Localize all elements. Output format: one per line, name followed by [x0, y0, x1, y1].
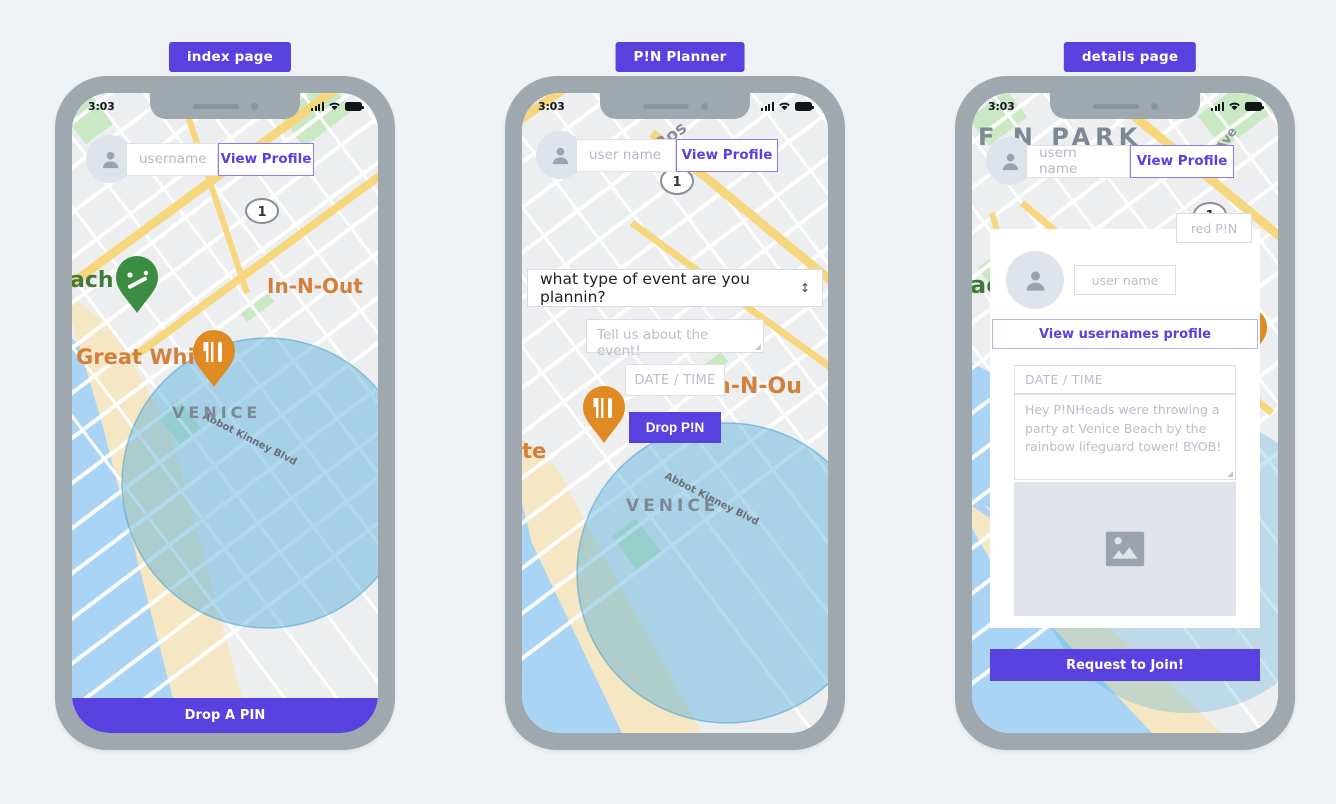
svg-text:VENICE: VENICE — [172, 403, 261, 422]
phone-frame: Ros In-N-Ou te Abbot Kinney Blvd VENICE … — [505, 76, 845, 750]
username-input[interactable]: username — [126, 142, 218, 176]
front-camera — [1150, 102, 1158, 110]
datetime-input[interactable]: DATE / TIME — [625, 364, 725, 396]
svg-text:In-N-Out: In-N-Out — [267, 274, 363, 298]
phone-pin-planner: P!N Planner Ros In-N-Ou te Abbot Kinney … — [485, 0, 875, 804]
phone-details-page: details page F N PARK Ave ac 3:03 usern … — [935, 0, 1325, 804]
view-usernames-profile-button[interactable]: View usernames profile — [992, 319, 1258, 349]
pin-type-badge[interactable]: red P!N — [1176, 213, 1252, 243]
view-profile-button[interactable]: View Profile — [218, 142, 314, 176]
screen-tag-details: details page — [1063, 42, 1197, 72]
profile-topbar: usern name View Profile — [972, 137, 1278, 185]
pin-details-card: red P!N user name View usernames profile… — [990, 213, 1260, 628]
card-avatar[interactable] — [1006, 251, 1064, 309]
person-avatar-icon — [1026, 271, 1044, 291]
person-avatar-icon — [552, 147, 568, 164]
speaker-grille — [192, 103, 239, 109]
phone-notch — [600, 93, 750, 119]
svg-text:1: 1 — [257, 205, 266, 220]
phone-screen: Ros In-N-Ou te Abbot Kinney Blvd VENICE … — [522, 93, 828, 733]
pin-planner-form: what type of event are you plannin? ↕ Te… — [522, 269, 828, 443]
phone-screen: F N PARK Ave ac 1 — [972, 93, 1278, 733]
card-image-placeholder[interactable] — [1014, 482, 1236, 616]
map-canvas[interactable]: ach In-N-Out Great White Abbot Kinney Bl… — [72, 93, 378, 733]
person-avatar-icon — [102, 151, 118, 168]
speaker-grille — [1092, 103, 1139, 109]
chevron-updown-icon: ↕ — [799, 281, 810, 295]
card-username-input[interactable]: user name — [1074, 265, 1176, 295]
request-to-join-button[interactable]: Request to Join! — [990, 649, 1260, 681]
front-camera — [700, 102, 708, 110]
event-type-select[interactable]: what type of event are you plannin? ↕ — [527, 269, 823, 307]
view-profile-button[interactable]: View Profile — [1130, 144, 1234, 178]
event-description-textarea[interactable]: Tell us about the event! — [586, 319, 764, 359]
profile-topbar: username View Profile — [72, 135, 378, 183]
front-camera — [250, 102, 258, 110]
card-datetime-input[interactable]: DATE / TIME — [1014, 365, 1236, 394]
svg-text:VENICE: VENICE — [626, 496, 719, 516]
phone-index-page: index page ach In-N-Out Great White Abbo… — [35, 0, 425, 804]
event-type-select-value: what type of event are you plannin? — [540, 270, 750, 306]
username-input[interactable]: usern name — [1026, 144, 1130, 178]
view-profile-button[interactable]: View Profile — [676, 138, 778, 172]
screens-stage: index page ach In-N-Out Great White Abbo… — [0, 0, 1336, 804]
username-input[interactable]: user name — [576, 138, 676, 172]
screen-tag-planner: P!N Planner — [615, 42, 745, 72]
profile-topbar: user name View Profile — [522, 131, 828, 179]
image-placeholder-icon — [1105, 531, 1145, 567]
phone-notch — [1050, 93, 1200, 119]
svg-text:ach: ach — [72, 268, 114, 293]
phone-screen: ach In-N-Out Great White Abbot Kinney Bl… — [72, 93, 378, 733]
phone-notch — [150, 93, 300, 119]
drop-pin-button[interactable]: Drop P!N — [628, 412, 722, 443]
speaker-grille — [642, 103, 689, 109]
card-description-textarea[interactable]: Hey P!NHeads were throwing a party at Ve… — [1014, 394, 1236, 480]
drop-a-pin-button[interactable]: Drop A PIN — [72, 698, 378, 733]
person-avatar-icon — [1002, 153, 1018, 170]
phone-frame: F N PARK Ave ac 1 — [955, 76, 1295, 750]
screen-tag-index: index page — [168, 42, 292, 72]
phone-frame: ach In-N-Out Great White Abbot Kinney Bl… — [55, 76, 395, 750]
